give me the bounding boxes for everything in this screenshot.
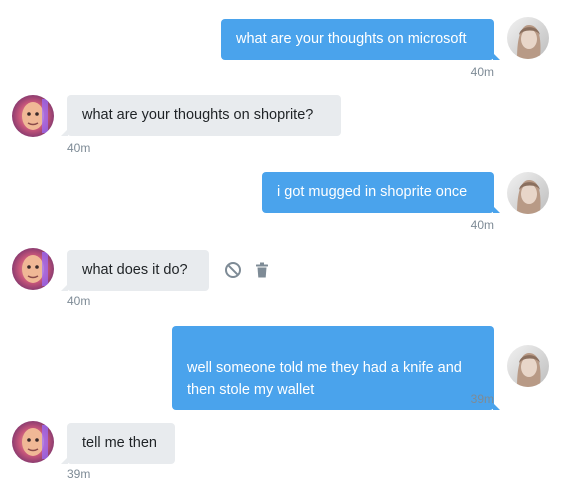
message-text: tell me then — [82, 435, 157, 451]
trash-icon[interactable] — [253, 261, 271, 279]
message-bubble-received[interactable]: what does it do? — [61, 250, 209, 291]
message-bubble-received[interactable]: tell me then — [61, 423, 175, 464]
user-avatar[interactable] — [507, 17, 549, 59]
message-actions — [224, 261, 271, 279]
message-text: what are your thoughts on microsoft — [236, 31, 467, 47]
message-timestamp: 40m — [67, 141, 91, 155]
message-bubble-sent[interactable]: what are your thoughts on microsoft — [221, 19, 500, 60]
message-text: what does it do? — [82, 262, 188, 278]
message-text: what are your thoughts on shoprite? — [82, 107, 314, 123]
contact-avatar[interactable] — [12, 248, 54, 290]
user-avatar[interactable] — [507, 345, 549, 387]
message-bubble-sent[interactable]: i got mugged in shoprite once — [262, 172, 500, 213]
message-text: i got mugged in shoprite once — [277, 184, 468, 200]
message-timestamp: 39m — [67, 467, 91, 481]
message-timestamp: 40m — [470, 218, 494, 232]
message-text: well someone told me they had a knife an… — [187, 360, 462, 398]
message-bubble-received[interactable]: what are your thoughts on shoprite? — [61, 95, 341, 136]
message-timestamp: 40m — [67, 294, 91, 308]
message-timestamp: 40m — [470, 65, 494, 79]
contact-avatar[interactable] — [12, 421, 54, 463]
user-avatar[interactable] — [507, 172, 549, 214]
contact-avatar[interactable] — [12, 95, 54, 137]
block-icon[interactable] — [224, 261, 242, 279]
message-timestamp: 39m — [470, 392, 494, 406]
